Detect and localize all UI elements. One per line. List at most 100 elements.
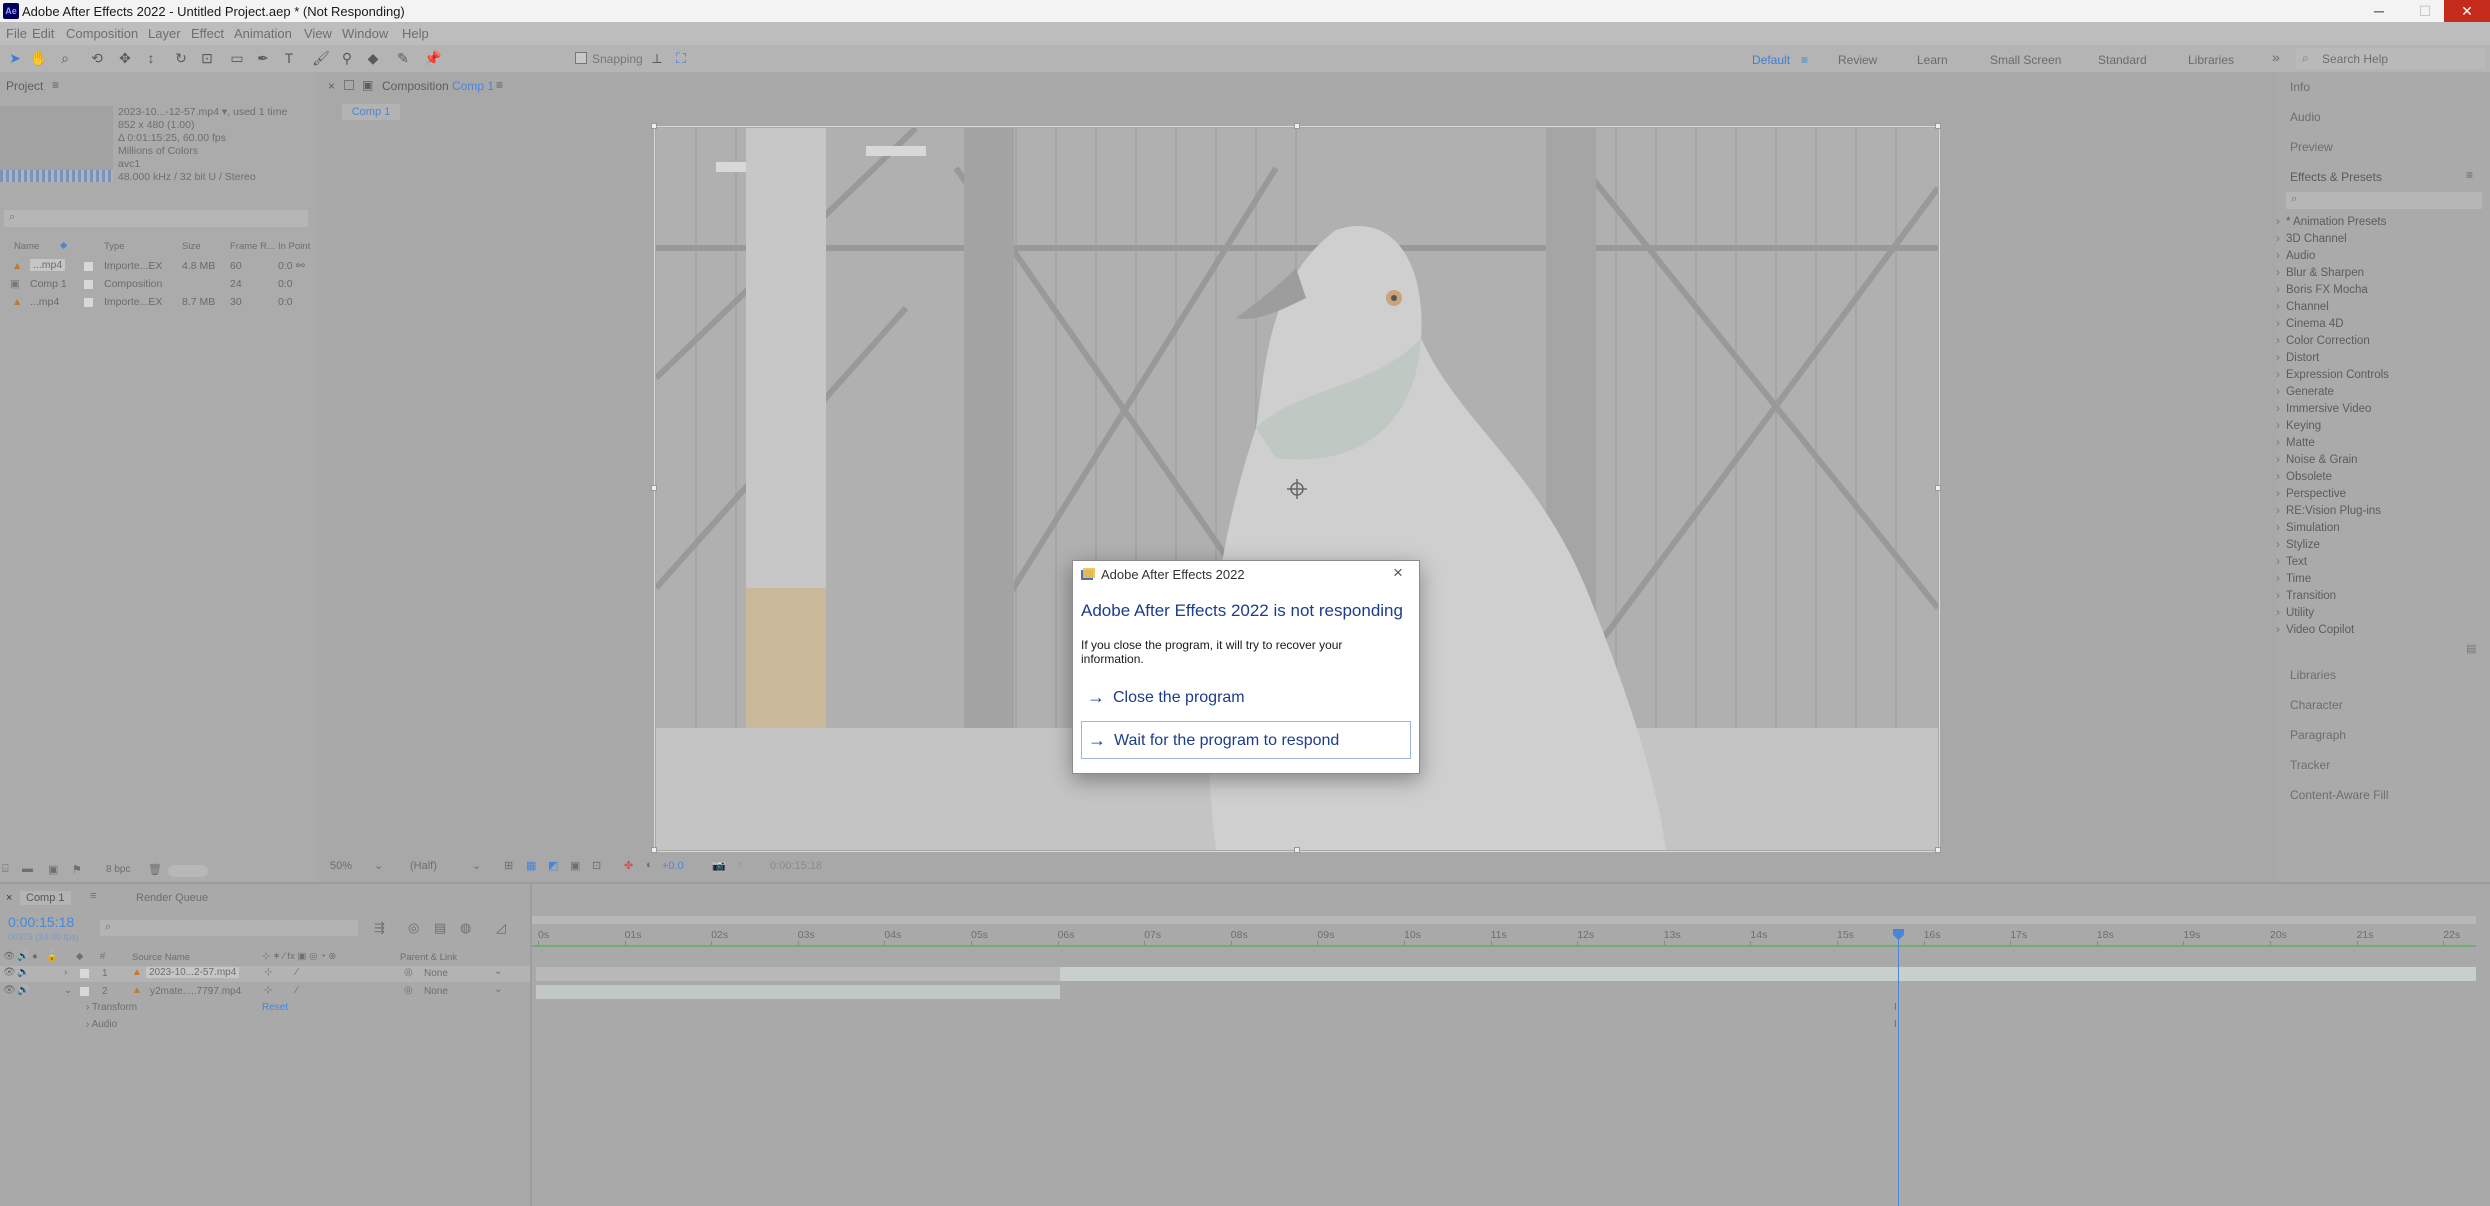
type-tool-icon[interactable]: T: [280, 50, 298, 67]
effects-search-input[interactable]: ⌕: [2286, 192, 2482, 209]
shy-icon[interactable]: ⊹: [264, 967, 272, 978]
new-bin-icon[interactable]: ▤: [2466, 642, 2476, 655]
effect-category-item[interactable]: RE:Vision Plug-ins: [2276, 505, 2381, 517]
workspace-learn[interactable]: Learn: [1917, 53, 1948, 67]
wait-program-button[interactable]: → Wait for the program to respond: [1081, 721, 1411, 759]
brush-tool-icon[interactable]: 🖌: [312, 50, 330, 67]
transparency-grid-icon[interactable]: ▦: [526, 859, 536, 872]
effect-category-item[interactable]: Time: [2276, 573, 2311, 585]
menu-view[interactable]: View: [304, 26, 332, 41]
keyframe-marker-icon[interactable]: I: [1894, 1019, 1897, 1030]
minimize-button[interactable]: ─: [2356, 0, 2402, 22]
effect-category-item[interactable]: Channel: [2276, 301, 2329, 313]
timeline-menu-icon[interactable]: ≡: [90, 890, 96, 902]
eye-icon[interactable]: 👁: [3, 967, 16, 978]
project-item-row[interactable]: ▣ Comp 1 Composition 24 0:0: [0, 276, 312, 293]
col-frame-rate[interactable]: Frame R...: [230, 241, 275, 252]
pick-whip-icon[interactable]: ◎: [404, 967, 413, 978]
layer-row[interactable]: 👁 🔊 › 1 ▲ 2023-10...2-57.mp4 ⊹ ∕ ◎ None …: [0, 966, 530, 982]
label-tag-icon[interactable]: ◆: [60, 240, 67, 251]
effect-category-item[interactable]: Noise & Grain: [2276, 454, 2358, 466]
eraser-tool-icon[interactable]: ◆: [364, 50, 382, 67]
project-item-row[interactable]: ▲ ...mp4 Importe...EX 8.7 MB 30 0:0: [0, 294, 312, 311]
label-swatch[interactable]: [84, 298, 93, 307]
layer-1-bar-inactive[interactable]: [536, 967, 1060, 981]
quality-icon[interactable]: ∕: [296, 985, 298, 996]
property-group-audio[interactable]: › Audio: [86, 1019, 117, 1030]
effect-category-item[interactable]: Immersive Video: [2276, 403, 2371, 415]
graph-editor-icon[interactable]: ◿: [496, 920, 506, 936]
layer-handle[interactable]: [651, 847, 657, 853]
workspace-standard[interactable]: Standard: [2098, 53, 2147, 67]
libraries-panel-tab[interactable]: Libraries: [2290, 668, 2336, 682]
dialog-close-icon[interactable]: ×: [1393, 563, 1403, 583]
label-tag-icon[interactable]: ◆: [76, 951, 83, 962]
effect-category-item[interactable]: * Animation Presets: [2276, 216, 2386, 228]
close-tab-icon[interactable]: ×: [328, 79, 335, 93]
eye-icon[interactable]: 👁: [3, 985, 16, 996]
draft-3d-icon[interactable]: ◎: [408, 920, 419, 936]
timeline-tab-comp1[interactable]: Comp 1: [20, 891, 71, 905]
grid-guides-icon[interactable]: ⊡: [592, 859, 601, 872]
frame-blending-icon[interactable]: ▤: [434, 920, 446, 936]
video-visibility-icon[interactable]: 👁: [3, 951, 15, 962]
effect-category-item[interactable]: Perspective: [2276, 488, 2346, 500]
expand-arrow-icon[interactable]: ›: [64, 967, 67, 978]
col-name[interactable]: Name: [14, 241, 39, 252]
audio-visibility-icon[interactable]: 🔊: [17, 951, 29, 962]
project-item-row[interactable]: ▲ ...mp4 Importe...EX 4.8 MB 60 0:0 ⚯: [0, 258, 312, 275]
effect-category-item[interactable]: 3D Channel: [2276, 233, 2347, 245]
close-program-button[interactable]: → Close the program: [1081, 679, 1411, 717]
layer-name[interactable]: y2mate.....7797.mp4: [150, 986, 241, 997]
project-tab[interactable]: Project: [6, 79, 43, 93]
timeline-timecode[interactable]: 0:00:15:18: [8, 914, 74, 930]
more-workspaces-icon[interactable]: »: [2272, 49, 2280, 65]
layer-row[interactable]: 👁 🔊 ⌄ 2 ▲ y2mate.....7797.mp4 ⊹ ∕ ◎ None…: [0, 984, 530, 1000]
clone-stamp-tool-icon[interactable]: ⚲: [338, 50, 356, 67]
audio-panel-tab[interactable]: Audio: [2290, 110, 2321, 124]
project-menu-icon[interactable]: ≡: [52, 78, 59, 92]
layer-handle[interactable]: [1935, 485, 1941, 491]
workspace-default[interactable]: Default: [1752, 53, 1790, 67]
menu-file[interactable]: File: [6, 26, 27, 41]
tracker-panel-tab[interactable]: Tracker: [2290, 758, 2330, 772]
flowchart-icon[interactable]: ⚯: [296, 260, 305, 272]
snap-options-icon[interactable]: ⟂: [648, 50, 666, 67]
info-panel-tab[interactable]: Info: [2290, 80, 2310, 94]
content-aware-fill-tab[interactable]: Content-Aware Fill: [2290, 788, 2388, 802]
lock-tab-icon[interactable]: [344, 80, 354, 90]
layer-2-duration-bar[interactable]: [536, 985, 1060, 999]
effect-category-item[interactable]: Keying: [2276, 420, 2321, 432]
speaker-icon[interactable]: 🔊: [17, 985, 29, 996]
effect-category-item[interactable]: Distort: [2276, 352, 2319, 364]
bit-depth-label[interactable]: 8 bpc: [106, 864, 130, 875]
pen-tool-icon[interactable]: ✒: [254, 50, 272, 67]
effect-category-item[interactable]: Audio: [2276, 250, 2316, 262]
puppet-tool-icon[interactable]: 📌: [424, 50, 442, 67]
roto-brush-tool-icon[interactable]: ✎: [394, 50, 412, 67]
composition-flowchart-icon[interactable]: ⇶: [374, 920, 385, 936]
preview-panel-tab[interactable]: Preview: [2290, 140, 2333, 154]
effect-category-item[interactable]: Expression Controls: [2276, 369, 2389, 381]
menu-layer[interactable]: Layer: [148, 26, 181, 41]
maximize-button[interactable]: ☐: [2402, 0, 2448, 22]
layer-handle[interactable]: [1294, 847, 1300, 853]
channel-icon[interactable]: ✤: [624, 859, 633, 872]
collapse-arrow-icon[interactable]: ⌄: [64, 985, 72, 996]
source-name-header[interactable]: Source Name: [132, 952, 190, 963]
col-size[interactable]: Size: [182, 241, 200, 252]
composition-tab[interactable]: Composition Comp 1: [382, 79, 494, 93]
layer-handle[interactable]: [1935, 123, 1941, 129]
label-swatch[interactable]: [80, 987, 89, 996]
effects-menu-icon[interactable]: ≡: [2466, 168, 2473, 182]
effect-category-item[interactable]: Stylize: [2276, 539, 2320, 551]
layer-handle[interactable]: [1294, 123, 1300, 129]
zoom-dropdown[interactable]: 50%: [330, 860, 352, 872]
col-in-point[interactable]: In Point: [278, 241, 310, 252]
menu-window[interactable]: Window: [342, 26, 388, 41]
effects-presets-tab[interactable]: Effects & Presets: [2290, 170, 2382, 184]
parent-dropdown[interactable]: None: [424, 968, 448, 979]
rectangle-tool-icon[interactable]: ▭: [228, 50, 246, 67]
delete-icon[interactable]: 🗑: [148, 863, 162, 876]
effect-category-item[interactable]: Cinema 4D: [2276, 318, 2343, 330]
